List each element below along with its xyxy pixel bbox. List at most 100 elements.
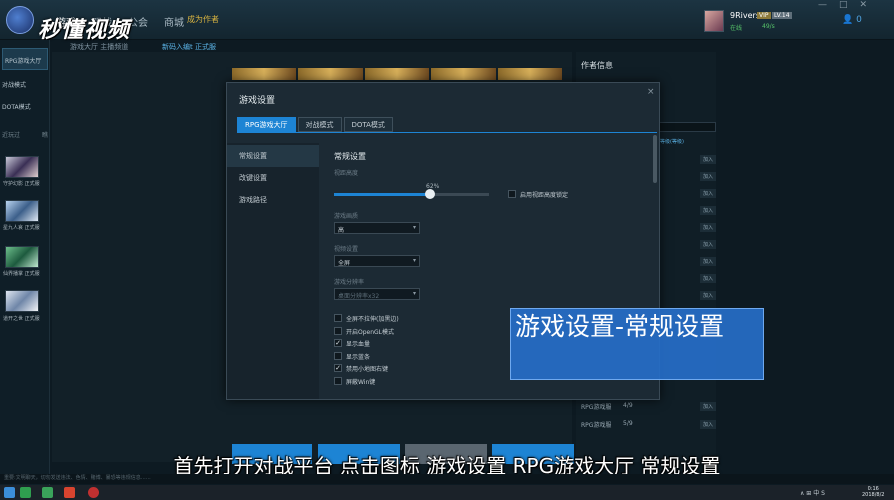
tab-rpg-lobby[interactable]: RPG游戏大厅 — [237, 117, 296, 132]
setting-checkbox[interactable] — [334, 314, 342, 322]
setting-checkbox-label: 屏蔽Win键 — [346, 378, 376, 386]
dialog-tabs: RPG游戏大厅 对战模式 DOTA模式 — [237, 117, 393, 132]
menu-general-settings[interactable]: 常规设置 — [227, 145, 319, 167]
sidebar-item-dota[interactable]: DOTA模式 — [2, 102, 48, 111]
tab-underline — [237, 132, 657, 133]
network-status: 49/s — [762, 23, 775, 30]
recent-game-label: 星九人哀 正式服 — [3, 225, 40, 231]
display-mode-value: 全屏 — [338, 260, 351, 267]
slider-handle[interactable] — [425, 189, 436, 199]
join-button[interactable]: 加入 — [700, 420, 717, 429]
avatar[interactable] — [704, 10, 724, 32]
tab-versus[interactable]: 对战模式 — [297, 117, 342, 132]
menu-key-binding[interactable]: 改键设置 — [227, 167, 319, 189]
recent-game-thumb[interactable] — [5, 200, 39, 222]
friends-counter[interactable]: 👤 0 — [842, 15, 862, 25]
dialog-title: 游戏设置 — [239, 96, 276, 106]
recent-game-thumb[interactable] — [5, 290, 39, 312]
setting-checkbox[interactable] — [334, 351, 342, 360]
join-button[interactable]: 加入 — [700, 223, 717, 232]
user-profile[interactable]: 9Rivers VIP LV.14 在线 49/s — [704, 10, 814, 34]
quality-value: 高 — [338, 227, 345, 234]
resolution-select[interactable]: 桌面分辨率x32 ▾ — [334, 288, 420, 300]
sidebar-item-versus[interactable]: 对战模式 — [2, 80, 48, 89]
nav-guild[interactable]: 公会 — [128, 14, 148, 29]
become-author-link[interactable]: 成为作者 — [187, 14, 219, 25]
setting-checkbox-label: 显示血量 — [346, 341, 371, 348]
join-button[interactable]: 加入 — [700, 291, 717, 300]
quality-select[interactable]: 高 ▾ — [334, 222, 420, 234]
top-bar: 游戏 观战 公会 商城 成为作者 秒懂视频 9Rivers VIP LV.14 … — [0, 0, 894, 43]
join-button[interactable]: 加入 — [700, 172, 717, 181]
chevron-down-icon: ▾ — [412, 224, 416, 231]
quality-label: 游戏画质 — [334, 213, 359, 220]
settings-menu: 常规设置 改键设置 游戏路径 — [227, 143, 319, 399]
clock-date: 2018/8/2 — [862, 492, 885, 498]
slider-fill — [334, 193, 431, 196]
chevron-down-icon: ▾ — [412, 257, 416, 264]
join-button[interactable]: 加入 — [700, 189, 717, 198]
platform-logo[interactable] — [6, 6, 34, 34]
vip-badge: VIP — [757, 12, 771, 19]
setting-checkbox[interactable] — [334, 376, 342, 385]
setting-checkbox[interactable] — [334, 326, 342, 335]
menu-game-path[interactable]: 游戏路径 — [227, 189, 319, 211]
recent-game-thumb[interactable] — [5, 246, 39, 268]
resolution-label: 游戏分辨率 — [334, 279, 365, 286]
recent-section-label: 近玩过 — [2, 132, 21, 139]
resolution-value: 桌面分辨率x32 — [338, 293, 380, 300]
display-mode-select[interactable]: 全屏 ▾ — [334, 255, 420, 267]
taskbar: ∧ ⊞ 中 S 0:16 2018/8/2 — [0, 485, 894, 500]
close-icon[interactable]: ✕ — [860, 0, 868, 10]
sidebar-item-rpg[interactable]: RPG游戏大厅 — [2, 48, 48, 70]
setting-checkbox[interactable]: ✓ — [334, 364, 342, 372]
overlay-caption-box: 游戏设置-常规设置 — [510, 308, 764, 380]
online-status: 在线 — [730, 25, 743, 32]
right-panel-header-link[interactable]: 等级(等级) — [660, 138, 684, 145]
status-strip: 重要:文明聊天，切勿发送违法、色情、赌博、暴恐等违规信息…… — [0, 474, 894, 484]
join-button[interactable]: 加入 — [700, 274, 717, 283]
dialog-close-icon[interactable]: × — [647, 87, 655, 97]
system-tray[interactable]: ∧ ⊞ 中 S — [800, 488, 825, 497]
dialog-scrollbar[interactable] — [653, 135, 657, 183]
start-icon[interactable] — [4, 487, 15, 498]
setting-checkbox-label: 开启OpenGL模式 — [346, 328, 395, 336]
minimize-icon[interactable]: — — [818, 0, 827, 10]
join-button[interactable]: 加入 — [700, 155, 717, 164]
server-name: RPG游戏服 — [581, 404, 612, 411]
lock-view-height-checkbox[interactable] — [508, 190, 516, 198]
overlay-caption: 游戏设置-常规设置 — [515, 312, 725, 341]
clock[interactable]: 0:16 2018/8/2 — [862, 486, 884, 498]
recent-section-toggle[interactable]: 瞧 — [42, 130, 48, 139]
nav-store[interactable]: 商城 — [164, 14, 184, 29]
tab-dota[interactable]: DOTA模式 — [343, 117, 393, 132]
recent-game-label: 守护幻影 正式服 — [3, 181, 40, 187]
sub-nav-link[interactable]: 新码入编t 正式服 — [162, 42, 216, 52]
setting-checkbox-label: 显示蓝条 — [346, 353, 371, 361]
record-icon[interactable] — [88, 487, 99, 498]
setting-checkbox-label: 全屏不拉伸(加黑边) — [346, 316, 399, 323]
recent-game-thumb[interactable] — [5, 156, 39, 178]
view-height-slider[interactable] — [334, 189, 489, 199]
join-button[interactable]: 加入 — [700, 402, 717, 411]
setting-checkbox-label: 禁用小地图右键 — [346, 366, 389, 373]
maximize-icon[interactable]: □ — [839, 0, 848, 10]
display-mode-label: 视频设置 — [334, 246, 359, 253]
window-controls: — □ ✕ — [818, 0, 867, 10]
browser-icon[interactable] — [64, 487, 75, 498]
chevron-down-icon: ▾ — [412, 290, 416, 297]
person-icon: 👤 — [842, 15, 854, 25]
app-icon[interactable] — [20, 487, 31, 498]
server-count: 5/9 — [623, 420, 633, 427]
sub-nav[interactable]: 游戏大厅 主播频道 — [70, 42, 128, 52]
banner-strip[interactable] — [232, 68, 563, 80]
setting-checkbox[interactable]: ✓ — [334, 339, 342, 347]
recent-game-label: 仙界播掌 正式服 — [3, 271, 40, 277]
join-button[interactable]: 加入 — [700, 240, 717, 249]
app-icon[interactable] — [42, 487, 53, 498]
section-title: 常规设置 — [334, 152, 366, 161]
join-button[interactable]: 加入 — [700, 206, 717, 215]
video-watermark: 秒懂视频 — [38, 18, 131, 43]
server-count: 4/9 — [623, 402, 633, 409]
join-button[interactable]: 加入 — [700, 257, 717, 266]
